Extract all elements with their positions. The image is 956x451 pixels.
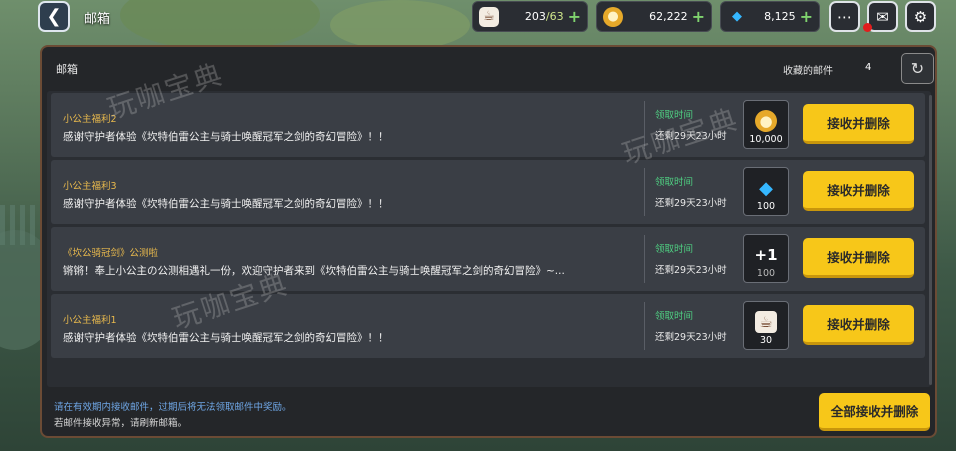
receive-delete-button[interactable]: 接收并删除 xyxy=(803,305,914,345)
receive-all-button[interactable]: 全部接收并删除 xyxy=(819,393,930,431)
gem-value: 8,125 xyxy=(764,10,796,23)
plus-one-icon: +1 xyxy=(754,246,778,264)
back-arrow-icon: ❮ xyxy=(46,6,62,27)
diamond-gem-icon: ◆ xyxy=(759,177,773,199)
mail-row[interactable]: 小公主福利3 感谢守护者体验《坎特伯雷公主与骑士唤醒冠军之剑的奇幻冒险》！！ 领… xyxy=(51,160,925,224)
panel-header: 邮箱 收藏的邮件 4 ↻ xyxy=(42,47,935,89)
coffee-cup-icon: ☕ xyxy=(479,6,499,27)
add-stamina-button[interactable]: + xyxy=(568,7,581,26)
refresh-button[interactable]: ↻ xyxy=(901,53,934,84)
mail-body: 锵锵！奉上小公主の公测相遇礼一份，欢迎守护者来到《坎特伯雷公主与骑士唤醒冠军之剑… xyxy=(63,265,565,277)
gear-icon: ⚙ xyxy=(913,7,928,26)
claim-time-label: 领取时间 xyxy=(655,244,694,255)
add-gem-button[interactable]: + xyxy=(800,7,813,26)
mail-body: 感谢守护者体验《坎特伯雷公主与骑士唤醒冠军之剑的奇幻冒险》！！ xyxy=(63,131,389,143)
divider xyxy=(644,101,645,149)
mail-title: 小公主福利2 xyxy=(63,114,117,125)
reward-quantity: 30 xyxy=(759,335,773,346)
mail-button[interactable]: ✉ xyxy=(863,1,898,32)
divider xyxy=(644,235,645,283)
claim-time-remaining: 还剩29天23小时 xyxy=(655,198,727,209)
page-title: 邮箱 xyxy=(84,12,111,27)
panel-title: 邮箱 xyxy=(56,63,78,76)
receive-delete-button[interactable]: 接收并删除 xyxy=(803,238,914,278)
mail-title: 小公主福利1 xyxy=(63,315,117,326)
favorites-count: 4 xyxy=(865,62,872,73)
reward-item[interactable]: ☕ 30 xyxy=(743,301,789,350)
mailbox-panel: 邮箱 收藏的邮件 4 ↻ 小公主福利2 感谢守护者体验《坎特伯雷公主与骑士唤醒冠… xyxy=(40,45,937,438)
mail-list[interactable]: 小公主福利2 感谢守护者体验《坎特伯雷公主与骑士唤醒冠军之剑的奇幻冒险》！！ 领… xyxy=(47,91,931,387)
mail-title: 《坎公骑冠剑》公测啦 xyxy=(63,248,159,259)
reward-item[interactable]: ◆ 100 xyxy=(743,167,789,216)
reward-quantity: 100 xyxy=(756,201,776,212)
add-gold-button[interactable]: + xyxy=(692,7,705,26)
settings-button[interactable]: ⚙ xyxy=(905,1,936,32)
mail-body: 感谢守护者体验《坎特伯雷公主与骑士唤醒冠军之剑的奇幻冒险》！！ xyxy=(63,332,389,344)
top-bar: ❮ 邮箱 ☕ 203/63 + ● 62,222 + ◆ 8,125 + ⋯ ✉… xyxy=(0,0,956,34)
mail-row[interactable]: 《坎公骑冠剑》公测啦 锵锵！奉上小公主の公测相遇礼一份，欢迎守护者来到《坎特伯雷… xyxy=(51,227,925,291)
notification-dot xyxy=(863,23,872,32)
mail-icon: ✉ xyxy=(876,7,889,26)
scrollbar[interactable] xyxy=(929,95,932,385)
chat-icon: ⋯ xyxy=(837,7,852,26)
gold-value: 62,222 xyxy=(649,10,688,23)
reward-item[interactable]: +1 100 xyxy=(743,234,789,283)
claim-time-remaining: 还剩29天23小时 xyxy=(655,332,727,343)
divider xyxy=(644,302,645,350)
gem-counter[interactable]: ◆ 8,125 + xyxy=(720,1,820,32)
claim-time-remaining: 还剩29天23小时 xyxy=(655,265,727,276)
back-button[interactable]: ❮ xyxy=(38,1,70,32)
refresh-notice: 若邮件接收异常，请刷新邮箱。 xyxy=(54,418,188,429)
refresh-icon: ↻ xyxy=(910,59,925,78)
divider xyxy=(644,168,645,216)
gold-counter[interactable]: ● 62,222 + xyxy=(596,1,712,32)
gold-coin-icon: ● xyxy=(603,6,623,27)
mail-title: 小公主福利3 xyxy=(63,181,117,192)
mail-body: 感谢守护者体验《坎特伯雷公主与骑士唤醒冠军之剑的奇幻冒险》！！ xyxy=(63,198,389,210)
stamina-counter[interactable]: ☕ 203/63 + xyxy=(472,1,588,32)
stamina-value: 203/63 xyxy=(524,10,564,23)
gold-coin-icon: ● xyxy=(755,110,777,132)
receive-delete-button[interactable]: 接收并删除 xyxy=(803,171,914,211)
claim-time-label: 领取时间 xyxy=(655,110,694,121)
claim-time-label: 领取时间 xyxy=(655,311,694,322)
reward-quantity: 10,000 xyxy=(749,134,783,145)
mail-row[interactable]: 小公主福利2 感谢守护者体验《坎特伯雷公主与骑士唤醒冠军之剑的奇幻冒险》！！ 领… xyxy=(51,93,925,157)
coffee-cup-icon: ☕ xyxy=(755,311,777,333)
favorites-label: 收藏的邮件 xyxy=(783,66,833,77)
expiry-notice: 请在有效期内接收邮件，过期后将无法领取邮件中奖励。 xyxy=(54,402,292,413)
reward-item[interactable]: ● 10,000 xyxy=(743,100,789,149)
receive-delete-button[interactable]: 接收并删除 xyxy=(803,104,914,144)
claim-time-remaining: 还剩29天23小时 xyxy=(655,131,727,142)
mail-row[interactable]: 小公主福利1 感谢守护者体验《坎特伯雷公主与骑士唤醒冠军之剑的奇幻冒险》！！ 领… xyxy=(51,294,925,358)
diamond-gem-icon: ◆ xyxy=(732,9,742,24)
claim-time-label: 领取时间 xyxy=(655,177,694,188)
panel-footer: 请在有效期内接收邮件，过期后将无法领取邮件中奖励。 若邮件接收异常，请刷新邮箱。… xyxy=(42,387,935,437)
reward-quantity: 100 xyxy=(756,268,776,279)
chat-button[interactable]: ⋯ xyxy=(829,1,860,32)
